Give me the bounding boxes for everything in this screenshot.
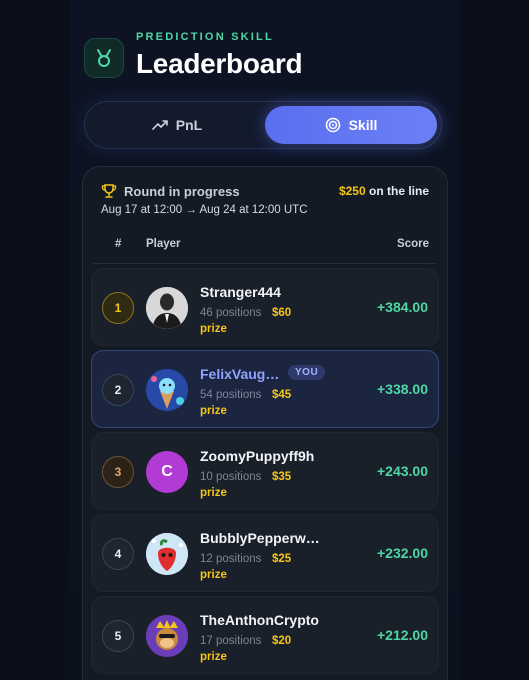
page-title: Leaderboard: [136, 48, 303, 79]
header-divider: [93, 263, 437, 264]
prize-label: prize: [200, 405, 227, 417]
tab-skill[interactable]: Skill: [265, 106, 437, 144]
target-icon: [325, 117, 340, 133]
player-score: +338.00: [377, 381, 428, 397]
round-status: Round in progress: [101, 183, 240, 199]
rank-badge: 3: [102, 456, 134, 488]
round-status-label: Round in progress: [124, 183, 240, 199]
you-badge: YOU: [288, 365, 326, 380]
avatar: [146, 615, 188, 657]
position-count: 10 positions: [200, 471, 262, 483]
player-name: BubblyPepperw…: [200, 530, 320, 546]
column-header-player: Player: [146, 238, 181, 250]
prize-pool: $250 on the line: [339, 184, 429, 198]
position-count: 12 positions: [200, 553, 262, 565]
table-row[interactable]: 3 C ZoomyPuppyff9h 10 positions $35 priz…: [91, 432, 439, 510]
player-score: +212.00: [377, 627, 428, 643]
tab-pnl[interactable]: PnL: [91, 106, 263, 144]
prize-amount: $25: [272, 553, 292, 565]
player-score: +384.00: [377, 299, 428, 315]
leaderboard-tabs: PnL Skill: [84, 101, 442, 149]
rank-badge: 1: [102, 292, 134, 324]
avatar-letter: C: [146, 451, 188, 493]
prize-pool-suffix: on the line: [369, 184, 429, 198]
position-count: 54 positions: [200, 389, 262, 401]
column-header-rank: #: [115, 238, 122, 250]
avatar: [146, 369, 188, 411]
prize-amount: $20: [272, 635, 292, 647]
avatar: [146, 533, 188, 575]
player-score: +243.00: [377, 463, 428, 479]
page-eyebrow: PREDICTION SKILL: [136, 31, 274, 43]
round-dates: Aug 17 at 12:00 → Aug 24 at 12:00 UTC: [101, 204, 308, 216]
prize-label: prize: [200, 651, 227, 663]
prize-label: prize: [200, 487, 227, 499]
trophy-icon: [101, 184, 117, 198]
position-count: 46 positions: [200, 307, 262, 319]
prize-pool-amount: $250: [338, 184, 366, 198]
table-row[interactable]: 4 BubblyPepperw… 12 positions $25 prize …: [91, 514, 439, 592]
table-row[interactable]: 1 Stranger444 46 positions $60 prize +38…: [91, 268, 439, 346]
rank-badge: 4: [102, 538, 134, 570]
prize-amount: $60: [272, 307, 292, 319]
tab-skill-label: Skill: [348, 117, 378, 133]
tab-pnl-label: PnL: [175, 117, 203, 133]
medal-icon: [84, 38, 124, 78]
player-name: FelixVaug…: [200, 366, 280, 382]
rank-badge: 2: [102, 374, 134, 406]
player-name: Stranger444: [200, 284, 281, 300]
prize-label: prize: [200, 323, 227, 335]
trend-up-icon: [151, 120, 168, 130]
table-row-you[interactable]: 2 FelixVaug… YOU 54 positions $45 prize …: [91, 350, 439, 428]
table-row[interactable]: 5 TheAnthonCrypto 17 positions $20 prize…: [91, 596, 439, 674]
leaderboard-card: Round in progress Aug 17 at 12:00 → Aug …: [82, 166, 448, 680]
player-score: +232.00: [377, 545, 428, 561]
rank-badge: 5: [102, 620, 134, 652]
column-header-score: Score: [397, 238, 429, 250]
prize-amount: $45: [272, 389, 292, 401]
player-name: TheAnthonCrypto: [200, 612, 319, 628]
position-count: 17 positions: [200, 635, 262, 647]
prize-amount: $35: [272, 471, 292, 483]
prize-label: prize: [200, 569, 227, 581]
player-name: ZoomyPuppyff9h: [200, 448, 315, 464]
avatar: [146, 287, 188, 329]
